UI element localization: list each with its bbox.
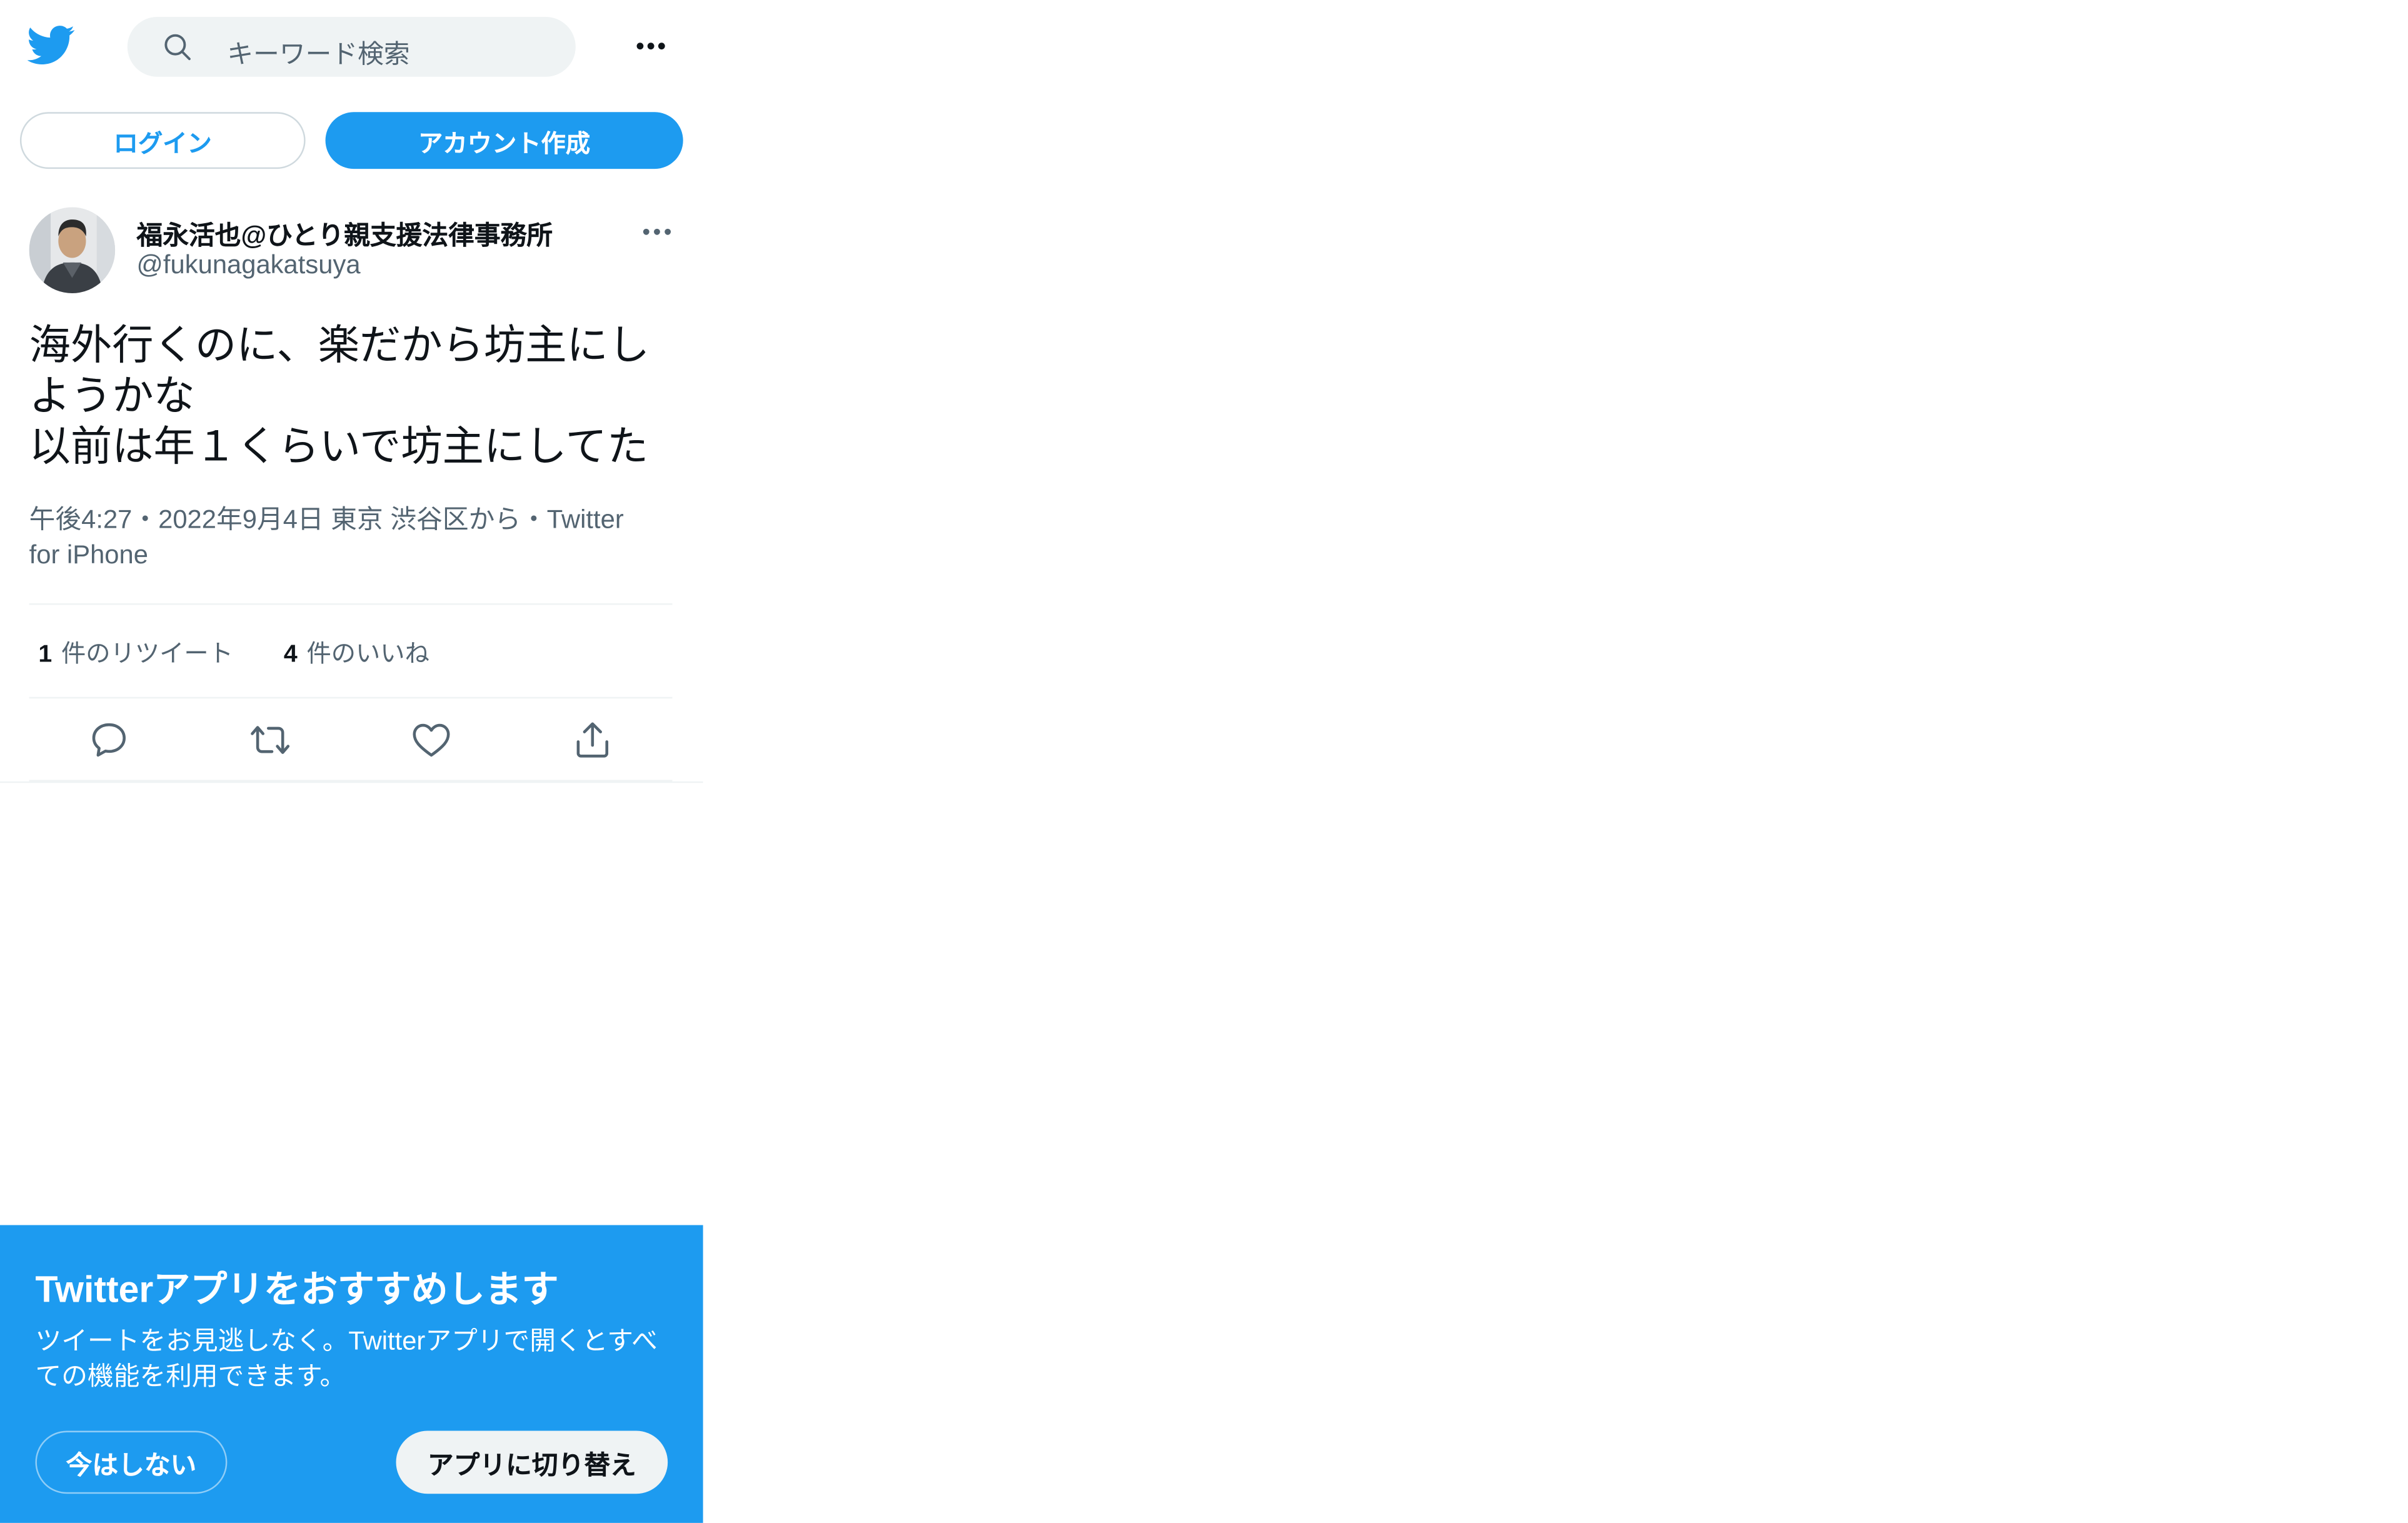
search-box[interactable]: キーワード検索 (127, 17, 576, 77)
reply-icon[interactable] (88, 718, 131, 762)
divider (0, 781, 703, 783)
retweet-count: 1 (38, 641, 53, 668)
retweet-icon[interactable] (249, 718, 292, 762)
author-handle[interactable]: @fukunagakatsuya (137, 250, 361, 281)
share-icon[interactable] (571, 718, 614, 762)
like-icon[interactable] (410, 718, 453, 762)
tweet-timestamp-source[interactable]: 午後4:27・2022年9月4日 東京 渋谷区から・Twitter (29, 502, 659, 537)
tweet-page-column: キーワード検索 ログイン アカウント作成 福永活也@ひとり親支援法律事務所 @f… (0, 0, 703, 1523)
tweet-text: 海外行くのに、楽だから坊主にし ようかな 以前は年１くらいで坊主にしてた (29, 321, 682, 473)
not-now-button[interactable]: 今はしない (35, 1430, 228, 1494)
switch-to-app-button[interactable]: アプリに切り替え (396, 1430, 668, 1494)
tweet-meta: 午後4:27・2022年9月4日 東京 渋谷区から・Twitter for iP… (29, 502, 659, 573)
divider (29, 696, 673, 699)
like-stat-label: 件のいいね (306, 641, 429, 668)
more-horizontal-icon[interactable] (628, 28, 674, 64)
app-promo-banner: Twitterアプリをおすすめします ツイートをお見逃しなく。Twitterアプ… (0, 1225, 703, 1523)
login-button[interactable]: ログイン (19, 112, 306, 169)
search-input[interactable]: キーワード検索 (227, 33, 409, 71)
divider (29, 603, 673, 605)
tweet-text-line: ようかな (29, 373, 195, 420)
search-icon (161, 31, 194, 63)
retweet-stat[interactable]: 1 件のリツイート (38, 641, 233, 668)
like-stat[interactable]: 4 件のいいね (284, 641, 429, 668)
tweet-more-icon[interactable] (636, 215, 679, 249)
tweet-source-client[interactable]: for iPhone (29, 537, 659, 572)
like-count: 4 (283, 641, 298, 668)
signup-button[interactable]: アカウント作成 (325, 112, 683, 169)
tweet-stats: 1 件のリツイート 4 件のいいね (38, 633, 429, 670)
user-avatar[interactable] (29, 207, 116, 294)
tweet-text-line: 海外行くのに、楽だから坊主にし (29, 322, 650, 369)
twitter-bird-icon[interactable] (26, 20, 75, 68)
promo-title: Twitterアプリをおすすめします (35, 1269, 559, 1311)
tweet-text-line: 以前は年１くらいで坊主にしてた (29, 423, 649, 470)
author-display-name[interactable]: 福永活也@ひとり親支援法律事務所 (137, 213, 553, 251)
promo-body: ツイートをお見逃しなく。Twitterアプリで開くとすべての機能を利用できます。 (35, 1326, 658, 1391)
retweet-stat-label: 件のリツイート (61, 641, 234, 668)
